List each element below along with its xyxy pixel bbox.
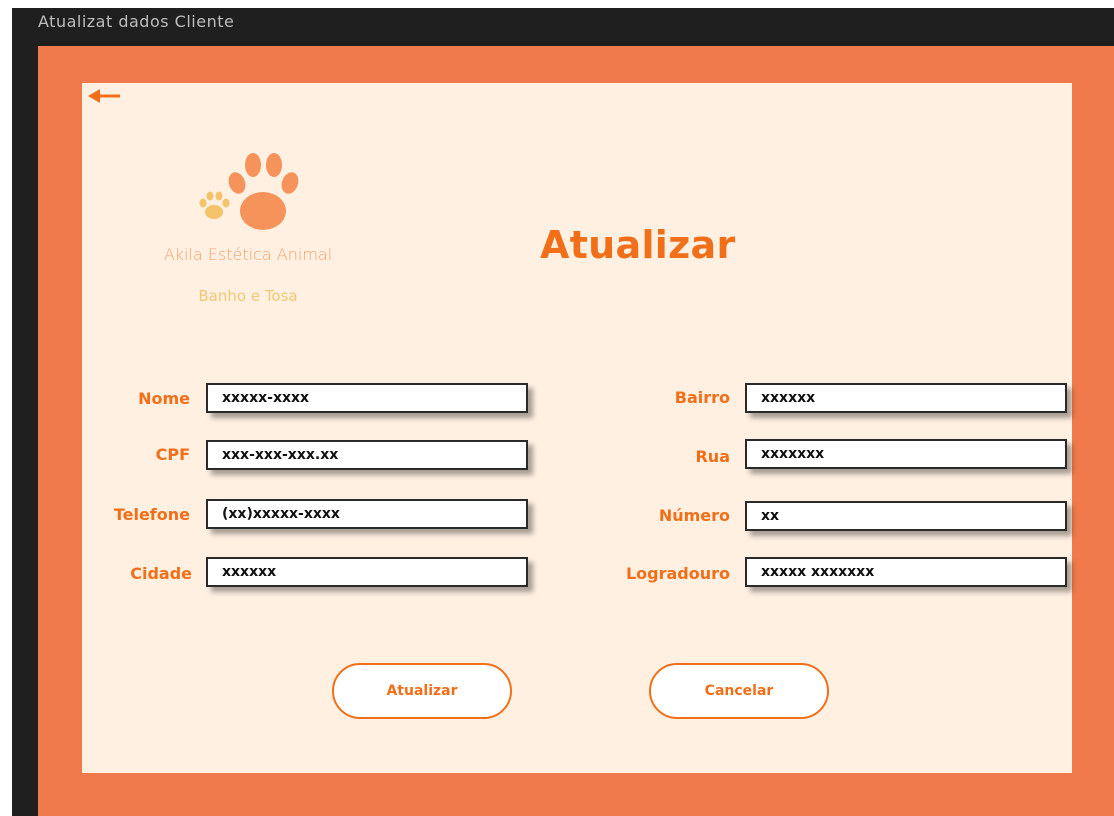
bairro-field[interactable] <box>745 383 1067 413</box>
brand-name: Akila Estética Animal <box>163 245 333 264</box>
window-title: Atualizat dados Cliente <box>38 12 235 31</box>
nome-field[interactable] <box>206 383 528 413</box>
rua-label: Rua <box>695 447 730 466</box>
cancel-button[interactable]: Cancelar <box>649 663 829 719</box>
back-arrow-icon[interactable] <box>86 85 122 107</box>
frame: Akila Estética Animal Banho e Tosa Atual… <box>38 46 1114 816</box>
cpf-field[interactable] <box>206 440 528 470</box>
logradouro-label: Logradouro <box>625 564 730 583</box>
brand-tagline: Banho e Tosa <box>198 287 298 305</box>
paw-print-icon <box>199 153 299 230</box>
update-button[interactable]: Atualizar <box>332 663 512 719</box>
cpf-label: CPF <box>155 445 190 464</box>
logradouro-field[interactable] <box>745 557 1067 587</box>
telefone-field[interactable] <box>206 499 528 529</box>
page-title: Atualizar <box>540 223 736 267</box>
cidade-field[interactable] <box>206 557 528 587</box>
cidade-label: Cidade <box>130 564 192 583</box>
brand-logo: Akila Estética Animal Banho e Tosa <box>138 143 358 333</box>
numero-label: Número <box>658 506 730 525</box>
rua-field[interactable] <box>745 439 1067 469</box>
telefone-label: Telefone <box>113 505 190 524</box>
bairro-label: Bairro <box>674 388 730 407</box>
numero-field[interactable] <box>745 501 1067 531</box>
app-window: Atualizat dados Cliente Akila Estética A… <box>12 8 1114 816</box>
nome-label: Nome <box>138 389 190 408</box>
form-panel: Akila Estética Animal Banho e Tosa Atual… <box>82 83 1072 773</box>
